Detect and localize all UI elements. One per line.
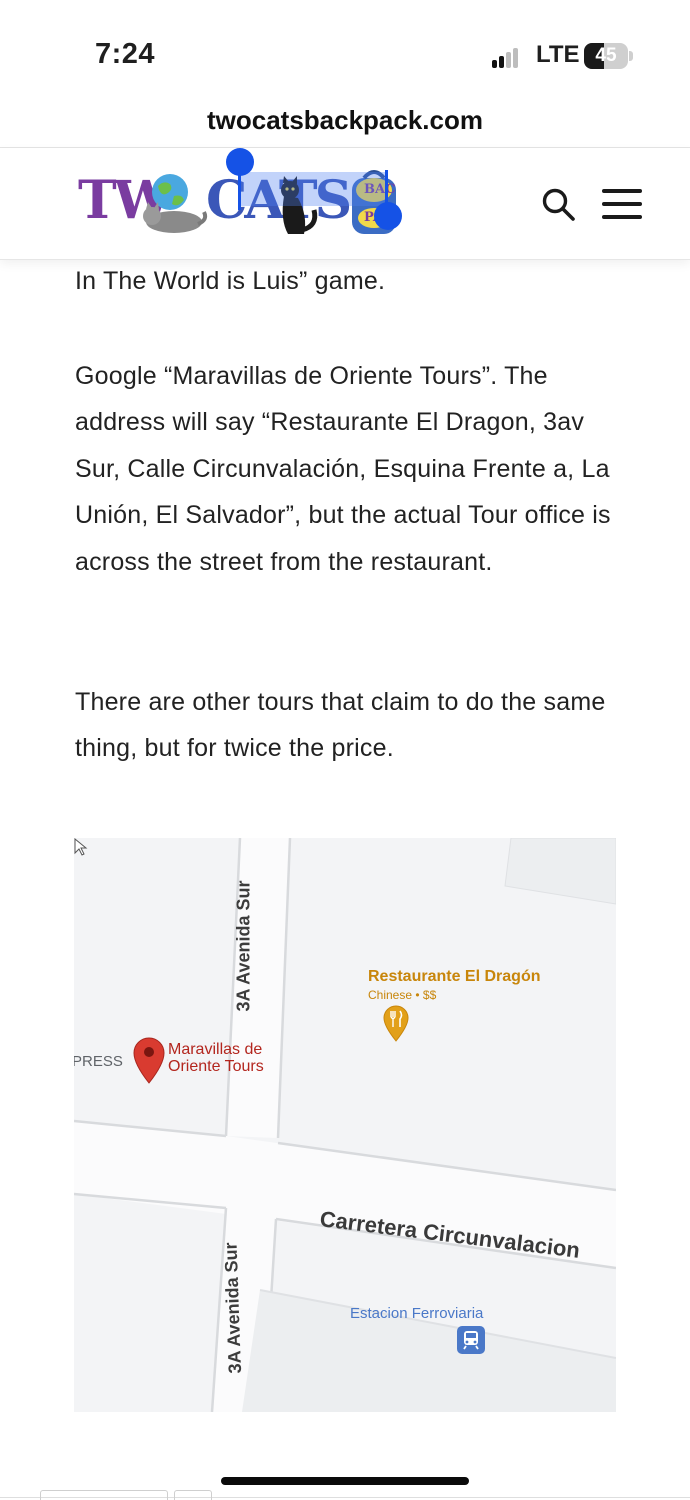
battery-level: 45: [595, 45, 617, 66]
street-label-north: 3A Avenida Sur: [233, 880, 254, 1012]
url-text[interactable]: twocatsbackpack.com: [207, 105, 483, 135]
tour-office-label-line-2[interactable]: Oriente Tours: [168, 1058, 264, 1076]
cellular-signal-icon: [492, 46, 526, 68]
status-time: 7:24: [95, 38, 156, 70]
bottom-widget-edge: [174, 1490, 212, 1500]
restaurant-detail: Chinese • $$: [368, 988, 437, 1002]
selection-start-line: [238, 170, 241, 210]
train-icon[interactable]: [457, 1326, 485, 1354]
embedded-map[interactable]: 3A Avenida Sur 3A Avenida Sur Carretera …: [74, 838, 616, 1412]
article-paragraph: In The World is Luis” game.: [75, 267, 386, 295]
article-paragraph: Google “Maravillas de Oriente Tours”. Th…: [75, 362, 611, 576]
tour-office-label-line-1[interactable]: Maravillas de: [168, 1041, 262, 1059]
article-paragraph: There are other tours that claim to do t…: [75, 688, 606, 763]
address-bar[interactable]: twocatsbackpack.com: [0, 100, 690, 148]
selection-start-handle[interactable]: [226, 148, 254, 176]
search-icon[interactable]: [540, 186, 576, 222]
text-selection-highlight: [240, 172, 388, 206]
selection-end-handle[interactable]: [374, 202, 402, 230]
home-indicator[interactable]: [221, 1477, 469, 1485]
sleeping-cat-icon: [143, 202, 208, 233]
battery-tip: [629, 51, 633, 61]
network-type: LTE: [536, 41, 580, 68]
hamburger-menu-icon[interactable]: [602, 189, 642, 219]
battery-icon: 45: [584, 43, 628, 69]
fork-knife-pin-icon[interactable]: [382, 1004, 410, 1042]
mouse-cursor-icon: [74, 838, 88, 856]
map-edge-label: PRESS: [74, 1053, 123, 1070]
restaurant-label[interactable]: Restaurante El Dragón: [368, 968, 540, 986]
status-bar: 7:24 LTE 45: [0, 0, 690, 100]
bottom-widget-edge: [40, 1490, 168, 1500]
red-location-pin-icon[interactable]: [132, 1036, 166, 1084]
map-roads: [74, 838, 616, 1412]
station-label[interactable]: Estacion Ferroviaria: [350, 1305, 483, 1322]
